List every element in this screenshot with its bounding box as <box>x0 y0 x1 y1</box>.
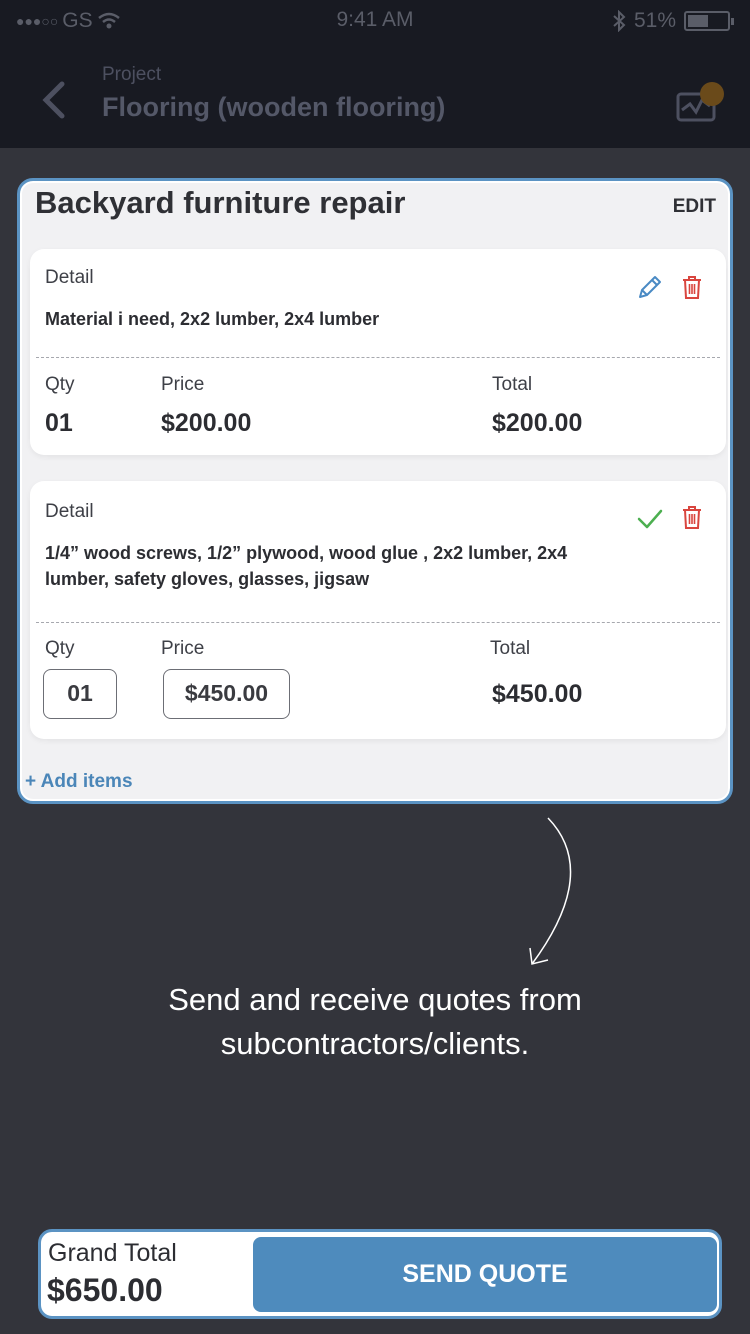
price-value: $200.00 <box>161 409 252 437</box>
price-label: Price <box>161 374 205 395</box>
line-item: Detail Material i need, 2x2 lumber, 2x4 … <box>30 249 726 455</box>
grand-total-bar: Grand Total $650.00 SEND QUOTE <box>38 1229 722 1319</box>
edit-button[interactable]: EDIT <box>673 196 716 218</box>
battery-percent: 51% <box>633 9 676 32</box>
total-label: Total <box>490 638 531 659</box>
trash-icon[interactable] <box>678 503 706 531</box>
grand-total-value: $650.00 <box>47 1272 163 1308</box>
qty-input[interactable]: 01 <box>43 669 117 719</box>
quote-card: Backyard furniture repair EDIT Detail Ma… <box>17 178 733 804</box>
annotation-arrow <box>529 817 572 965</box>
send-quote-button[interactable]: SEND QUOTE <box>253 1237 717 1312</box>
nav-bar: Project Flooring (wooden flooring) <box>0 40 750 148</box>
back-chevron-icon[interactable] <box>38 80 68 120</box>
feature-caption: Send and receive quotes from subcontract… <box>0 978 750 1066</box>
quote-title: Backyard furniture repair <box>35 185 406 220</box>
battery-icon <box>684 11 734 31</box>
qty-value: 01 <box>45 409 73 437</box>
nav-subtitle: Project <box>102 64 162 85</box>
detail-text[interactable]: 1/4” wood screws, 1/2” plywood, wood glu… <box>45 540 605 592</box>
total-value: $200.00 <box>492 409 583 437</box>
status-right: 51% <box>612 9 734 33</box>
price-label: Price <box>161 638 205 659</box>
bluetooth-icon <box>613 10 626 32</box>
checkmark-icon[interactable] <box>636 505 664 533</box>
line-item-editing: Detail 1/4” wood screws, 1/2” plywood, w… <box>30 481 726 739</box>
pencil-icon[interactable] <box>636 273 664 301</box>
qty-label: Qty <box>45 374 75 395</box>
total-value: $450.00 <box>492 680 583 708</box>
total-label: Total <box>492 374 533 395</box>
qty-label: Qty <box>45 638 75 659</box>
detail-text: Material i need, 2x2 lumber, 2x4 lumber <box>45 309 380 329</box>
caption-line-1: Send and receive quotes from <box>168 982 582 1017</box>
divider <box>36 357 720 358</box>
caption-line-2: subcontractors/clients. <box>220 1026 530 1061</box>
price-input[interactable]: $450.00 <box>163 669 290 719</box>
grand-total-label: Grand Total <box>48 1239 177 1267</box>
status-bar: ●●●○○ GS 9:41 AM 51% <box>0 0 750 40</box>
detail-label: Detail <box>45 267 94 288</box>
trash-icon[interactable] <box>678 273 706 301</box>
detail-label: Detail <box>45 501 94 522</box>
nav-title: Flooring (wooden flooring) <box>102 92 446 122</box>
divider <box>36 622 720 623</box>
notification-dot <box>700 82 724 106</box>
add-items-link[interactable]: + Add items <box>25 771 133 793</box>
